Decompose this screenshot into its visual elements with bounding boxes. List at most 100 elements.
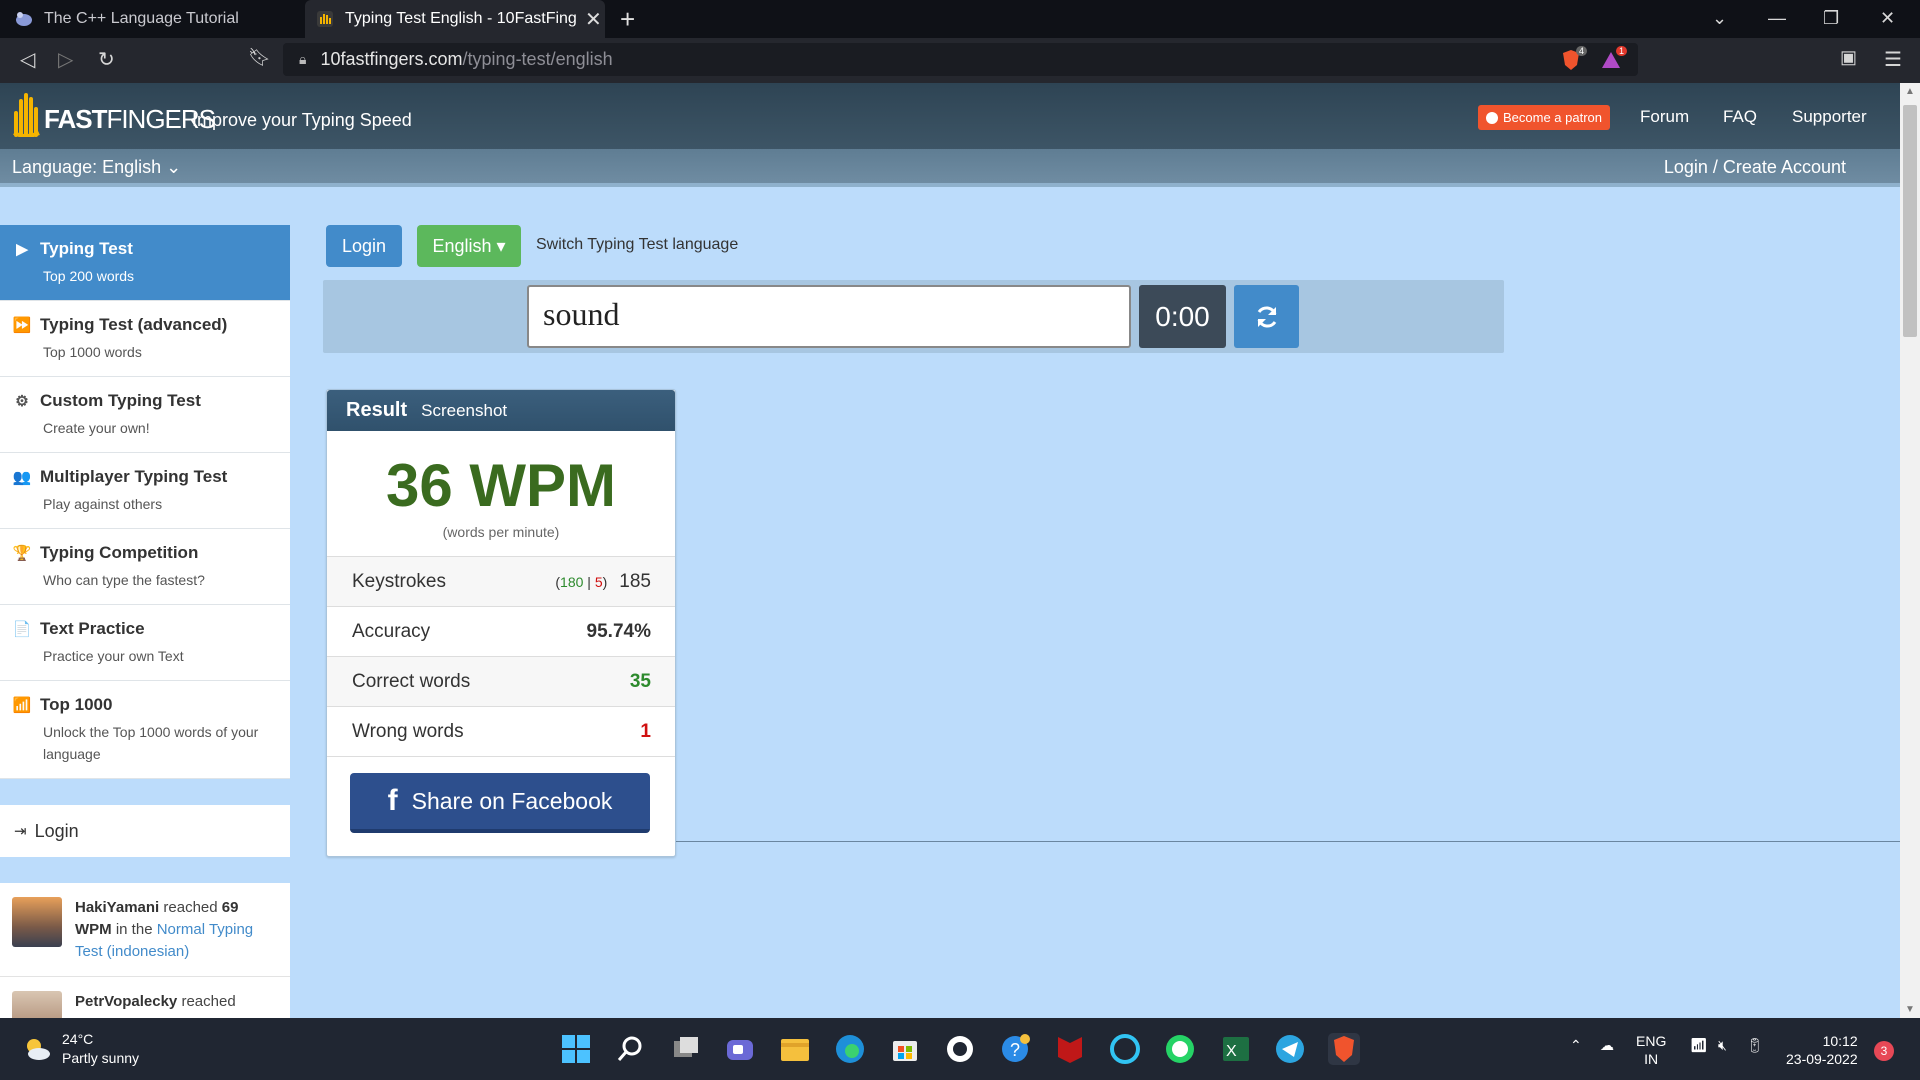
sidebar-item-subtitle: Unlock the Top 1000 words of your langua… (43, 724, 259, 762)
document-icon: 📄 (12, 621, 32, 638)
sidebar-item-typing-test[interactable]: ▶ Typing Test Top 200 words (0, 225, 290, 301)
share-facebook-button[interactable]: f Share on Facebook (350, 773, 650, 833)
language-dropdown[interactable]: Language: English ⌄ (12, 157, 181, 178)
forward-icon[interactable]: ▷ (58, 47, 73, 72)
login-create-account-link[interactable]: Login / Create Account (1664, 157, 1846, 178)
timer: 0:00 (1139, 285, 1226, 348)
cplusplus-favicon-icon (14, 9, 34, 29)
keystrokes-label: Keystrokes (352, 570, 446, 592)
start-icon[interactable] (560, 1033, 592, 1065)
language-code: ENG (1636, 1033, 1667, 1049)
scroll-up-icon[interactable]: ▲ (1905, 86, 1915, 97)
result-panel: Result Screenshot 36 WPM (words per minu… (326, 389, 676, 857)
table-row: Accuracy 95.74% (327, 607, 675, 657)
sidebar-item-top-1000[interactable]: 📶 Top 1000 Unlock the Top 1000 words of y… (0, 681, 290, 779)
feed-text: PetrVopalecky reached (75, 993, 236, 1010)
mcafee-icon[interactable] (1054, 1033, 1086, 1065)
wrong-words-label: Wrong words (352, 720, 464, 742)
feed-username[interactable]: HakiYamani (75, 899, 159, 916)
facebook-icon: f (387, 784, 398, 817)
weather-widget[interactable]: 24°C Partly sunny (22, 1030, 139, 1068)
wallet-icon[interactable]: ▣ (1840, 47, 1857, 68)
10fastfingers-favicon-icon (315, 9, 335, 29)
excel-icon[interactable]: X (1219, 1033, 1251, 1065)
onedrive-cloud-icon[interactable]: ☁ (1600, 1036, 1614, 1054)
rewards-badge: 1 (1616, 46, 1628, 56)
sidebar-item-title: Typing Competition (40, 543, 199, 562)
typing-input[interactable]: sound (527, 285, 1131, 348)
back-icon[interactable]: ◁ (20, 47, 35, 72)
scrollbar-thumb[interactable] (1903, 105, 1917, 337)
screenshot-tab[interactable]: Screenshot (421, 401, 507, 421)
restore-icon[interactable]: ❐ (1823, 8, 1839, 29)
brave-browser-icon[interactable] (1328, 1033, 1360, 1065)
avatar[interactable] (12, 991, 62, 1018)
tab-list-chevron-icon[interactable]: ⌄ (1712, 8, 1727, 29)
whatsapp-icon[interactable] (1164, 1033, 1196, 1065)
result-header: Result Screenshot (327, 390, 675, 431)
wpm-caption: (words per minute) (442, 524, 560, 540)
site-header: FASTFINGERS Improve your Typing Speed Be… (0, 83, 1900, 149)
clock[interactable]: 10:12 23-09-2022 (1786, 1032, 1858, 1068)
sidebar-item-competition[interactable]: 🏆 Typing Competition Who can type the fas… (0, 529, 290, 605)
sidebar-login-link[interactable]: ⇥ Login (0, 805, 290, 857)
app-circle-icon[interactable] (944, 1033, 976, 1065)
speaker-muted-icon[interactable]: 🔇︎ (1718, 1036, 1727, 1054)
edge-icon[interactable] (834, 1033, 866, 1065)
correct-words-label: Correct words (352, 670, 471, 692)
nav-supporter[interactable]: Supporter (1792, 107, 1867, 127)
scroll-down-icon[interactable]: ▼ (1905, 1004, 1915, 1015)
become-patron-button[interactable]: Become a patron (1478, 105, 1611, 130)
help-icon[interactable]: ? (999, 1033, 1031, 1065)
keystrokes-wrong: 5 (594, 573, 603, 590)
sidebar: ▶ Typing Test Top 200 words ⏩ Typing Test … (0, 225, 290, 1018)
nav-forum[interactable]: Forum (1640, 107, 1689, 127)
sidebar-item-typing-test-advanced[interactable]: ⏩ Typing Test (advanced) Top 1000 words (0, 301, 290, 377)
nav-faq[interactable]: FAQ (1723, 107, 1757, 127)
result-tab[interactable]: Result (346, 399, 407, 422)
search-icon[interactable] (614, 1033, 646, 1065)
page-scrollbar[interactable]: ▲ ▼ (1900, 83, 1920, 1018)
file-explorer-icon[interactable] (779, 1033, 811, 1065)
restart-button[interactable] (1234, 285, 1299, 348)
sidebar-item-multiplayer[interactable]: 👥 Multiplayer Typing Test Play against ot… (0, 453, 290, 529)
tab-cpp-tutorial[interactable]: The C++ Language Tutorial (14, 0, 299, 38)
feed-username[interactable]: PetrVopalecky (75, 993, 177, 1010)
url-bar[interactable]: 🔒︎ 10fastfingers.com/typing-test/english (283, 43, 1638, 76)
brand-name: FASTFINGERS (44, 104, 216, 134)
signal-icon: 📶 (12, 697, 32, 714)
menu-icon[interactable]: ☰ (1884, 47, 1902, 72)
tab-10fastfingers[interactable]: Typing Test English - 10FastFingers ✕ (305, 0, 605, 38)
input-language-indicator[interactable]: ENG IN (1636, 1032, 1666, 1068)
alexa-icon[interactable] (1109, 1033, 1141, 1065)
close-window-icon[interactable]: ✕ (1880, 8, 1895, 29)
notification-badge[interactable]: 3 (1874, 1041, 1894, 1061)
result-table: Keystrokes (180 | 5) 185 Accuracy 95.74% … (327, 557, 675, 757)
minimize-icon[interactable]: — (1768, 8, 1786, 29)
sidebar-item-text-practice[interactable]: 📄 Text Practice Practice your own Text (0, 605, 290, 681)
teams-chat-icon[interactable] (724, 1033, 756, 1065)
wifi-icon[interactable]: 📶︎ (1690, 1036, 1708, 1054)
language-select-button[interactable]: English ▾ (417, 225, 521, 267)
avatar[interactable] (12, 897, 62, 947)
show-hidden-icons-chevron-icon[interactable]: ⌃ (1570, 1036, 1582, 1054)
windows-taskbar: 24°C Partly sunny ? X ⌃ ☁ ENG IN 📶︎ 🔇︎ 🔋… (0, 1018, 1920, 1080)
reload-icon[interactable]: ↻ (98, 47, 115, 72)
task-view-icon[interactable] (670, 1033, 702, 1065)
close-tab-icon[interactable]: ✕ (585, 7, 602, 32)
url-host: 10fastfingers.com (320, 49, 463, 69)
address-toolbar: ◁ ▷ ↻ 🔖︎ 🔒︎ 10fastfingers.com/typing-tes… (0, 38, 1920, 83)
correct-words-value: 35 (629, 670, 651, 692)
weather-condition: Partly sunny (62, 1050, 140, 1066)
bookmark-icon[interactable]: 🔖︎ (248, 47, 271, 68)
microsoft-store-icon[interactable] (889, 1033, 921, 1065)
sidebar-item-custom-typing-test[interactable]: ⚙ Custom Typing Test Create your own! (0, 377, 290, 453)
new-tab-button[interactable]: + (620, 4, 635, 35)
battery-icon[interactable]: 🔋︎ (1746, 1036, 1764, 1054)
login-button[interactable]: Login (326, 225, 402, 267)
site-logo[interactable]: FASTFINGERS (12, 89, 216, 137)
sidebar-item-subtitle: Create your own! (43, 420, 150, 436)
telegram-icon[interactable] (1274, 1033, 1306, 1065)
site-tagline: Improve your Typing Speed (192, 110, 412, 130)
sidebar-item-subtitle: Top 1000 words (43, 344, 142, 360)
